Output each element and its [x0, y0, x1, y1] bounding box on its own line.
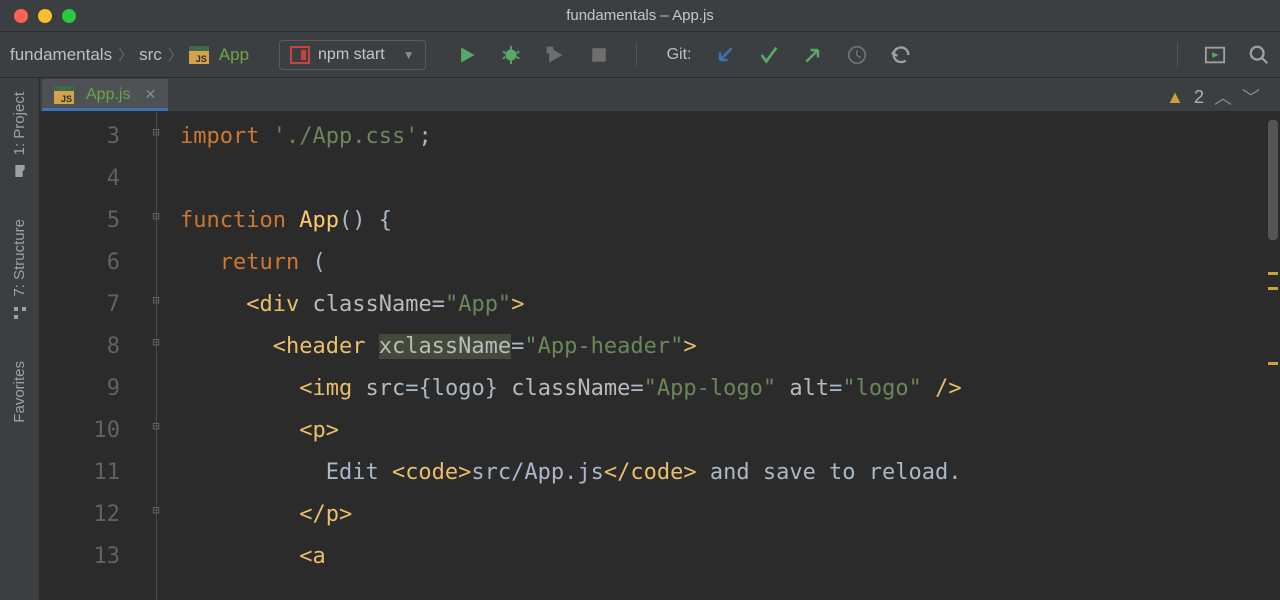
git-push-button[interactable]	[802, 44, 824, 66]
structure-icon	[12, 305, 28, 321]
separator	[1177, 43, 1178, 67]
tab-label: App.js	[86, 86, 130, 104]
fold-toggle[interactable]: ⊟	[148, 292, 164, 308]
structure-tool-button[interactable]: 7: Structure	[11, 219, 28, 297]
dropdown-icon: ▼	[403, 48, 415, 62]
git-commit-button[interactable]	[758, 44, 780, 66]
git-label: Git:	[667, 46, 692, 64]
ide-scripting-button[interactable]	[1204, 44, 1226, 66]
editor-stripe	[1266, 112, 1280, 600]
warning-count: 2	[1194, 87, 1204, 108]
js-file-icon: JS	[54, 86, 74, 104]
rollback-button[interactable]	[890, 44, 912, 66]
js-file-icon: JS	[189, 46, 209, 64]
coverage-button	[544, 44, 566, 66]
project-tool-label: 1: Project	[11, 92, 28, 155]
run-controls: Git:	[456, 43, 912, 67]
fold-column: ⊟ ⊟ ⊟ ⊟ ⊟ ⊟	[140, 112, 180, 600]
prev-highlight-button[interactable]: ︿	[1214, 84, 1232, 110]
next-highlight-button[interactable]: ﹀	[1242, 84, 1260, 110]
editor: JS App.js ✕ ▲ 2 ︿ ﹀ 3 4 5 6 7 8 9 10 11 …	[40, 78, 1280, 600]
folder-icon	[12, 163, 28, 179]
fold-toggle[interactable]: ⊟	[148, 124, 164, 140]
project-tool-button[interactable]: 1: Project	[11, 92, 28, 155]
run-button[interactable]	[456, 44, 478, 66]
breadcrumb-root[interactable]: fundamentals	[10, 45, 112, 65]
debug-button[interactable]	[500, 44, 522, 66]
line-number: 6	[40, 242, 120, 284]
fold-toggle[interactable]: ⊟	[148, 334, 164, 350]
fold-toggle[interactable]: ⊟	[148, 418, 164, 434]
line-number: 11	[40, 452, 120, 494]
git-history-button[interactable]	[846, 44, 868, 66]
editor-tabs: JS App.js ✕	[40, 78, 1280, 112]
line-number: 9	[40, 368, 120, 410]
line-number: 10	[40, 410, 120, 452]
line-number: 8	[40, 326, 120, 368]
fold-toggle[interactable]: ⊟	[148, 208, 164, 224]
window-title: fundamentals – App.js	[0, 7, 1280, 24]
line-number: 4	[40, 158, 120, 200]
warning-mark[interactable]	[1268, 362, 1278, 365]
line-number: 5	[40, 200, 120, 242]
toolbar-right	[1173, 43, 1270, 67]
separator	[636, 43, 637, 67]
breadcrumb-src[interactable]: src	[139, 45, 162, 65]
run-config-selector[interactable]: npm start ▼	[279, 40, 426, 70]
line-number: 13	[40, 536, 120, 578]
structure-tool-label: 7: Structure	[11, 219, 28, 297]
inspection-widget[interactable]: ▲ 2 ︿ ﹀	[1166, 84, 1260, 110]
favorites-tool-label: Favorites	[11, 361, 28, 423]
stop-button	[588, 44, 610, 66]
chevron-right-icon: 〉	[118, 44, 133, 65]
fold-toggle[interactable]: ⊟	[148, 502, 164, 518]
close-tab-button[interactable]: ✕	[144, 86, 156, 103]
line-number: 12	[40, 494, 120, 536]
warning-mark[interactable]	[1268, 287, 1278, 290]
left-tool-rail: 1: Project 7: Structure Favorites	[0, 78, 40, 600]
main-area: 1: Project 7: Structure Favorites JS App…	[0, 78, 1280, 600]
code-area[interactable]: 3 4 5 6 7 8 9 10 11 12 13 ⊟ ⊟ ⊟ ⊟ ⊟ ⊟	[40, 112, 1280, 600]
code-text[interactable]: import './App.css'; function App() { ret…	[180, 112, 1280, 600]
gutter: 3 4 5 6 7 8 9 10 11 12 13	[40, 112, 140, 600]
scrollbar-thumb[interactable]	[1268, 120, 1278, 240]
git-pull-button[interactable]	[714, 44, 736, 66]
breadcrumb-file[interactable]: App	[219, 45, 249, 65]
line-number: 3	[40, 116, 120, 158]
breadcrumb: fundamentals 〉 src 〉 JS App	[10, 44, 249, 65]
warning-mark[interactable]	[1268, 272, 1278, 275]
chevron-right-icon: 〉	[168, 44, 183, 65]
search-everywhere-button[interactable]	[1248, 44, 1270, 66]
toolbar: fundamentals 〉 src 〉 JS App npm start ▼ …	[0, 32, 1280, 78]
npm-icon	[290, 46, 310, 64]
warning-icon: ▲	[1166, 87, 1184, 108]
line-number: 7	[40, 284, 120, 326]
favorites-tool-button[interactable]: Favorites	[11, 361, 28, 423]
tab-app-js[interactable]: JS App.js ✕	[42, 79, 168, 111]
titlebar: fundamentals – App.js	[0, 0, 1280, 32]
run-config-label: npm start	[318, 46, 385, 64]
